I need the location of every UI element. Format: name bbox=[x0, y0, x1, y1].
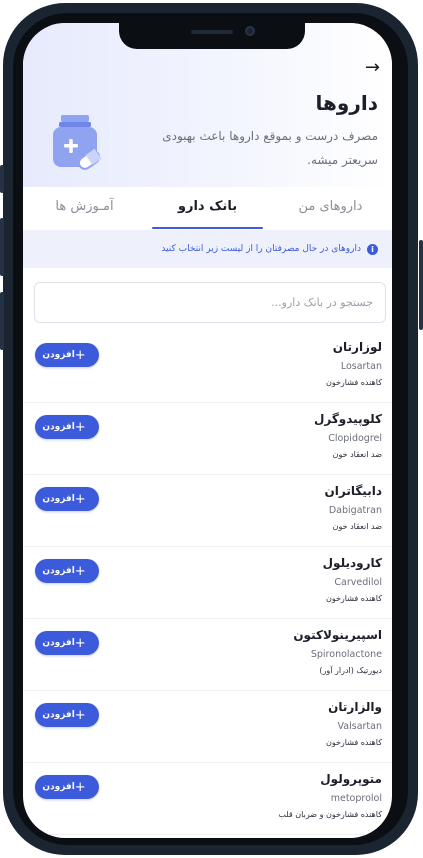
drug-row: والزارتان Valsartan کاهنده فشارخون + افزو… bbox=[23, 691, 392, 763]
drug-name: والزارتان bbox=[328, 700, 382, 714]
add-button[interactable]: + افزودن bbox=[35, 559, 99, 583]
drug-english-name: Carvedilol bbox=[334, 577, 382, 588]
drug-name: کارودیلول bbox=[322, 556, 382, 570]
drug-row: لوزارتان Losartan کاهنده فشارخون + افزودن bbox=[23, 331, 392, 403]
drug-category: ضد انعقاد خون bbox=[332, 522, 382, 531]
drug-english-name: Dabigatran bbox=[328, 505, 382, 516]
drug-english-name: Clopidogrel bbox=[328, 433, 382, 444]
drug-name: دابیگاتران bbox=[324, 484, 383, 498]
drug-name: کلوپیدوگرل bbox=[313, 412, 382, 426]
drug-row: متوپرولول metoprolol کاهنده فشارخون و ضر… bbox=[23, 763, 392, 835]
add-label: افزودن bbox=[42, 422, 75, 432]
power-button bbox=[419, 240, 423, 330]
tab-bar: داروهای من بانک دارو آمـوزش ها bbox=[23, 187, 392, 229]
add-label: افزودن bbox=[42, 350, 75, 360]
front-camera bbox=[245, 26, 255, 36]
volume-up-button bbox=[0, 218, 4, 276]
add-button[interactable]: + افزودن bbox=[35, 775, 99, 799]
add-label: افزودن bbox=[42, 494, 75, 504]
drug-english-name: Spironolactone bbox=[310, 649, 382, 660]
add-button[interactable]: + افزودن bbox=[35, 343, 99, 367]
plus-icon: + bbox=[74, 635, 86, 651]
mute-switch bbox=[0, 165, 4, 193]
search-box bbox=[34, 282, 386, 323]
notch bbox=[119, 23, 305, 49]
drug-category: کاهنده فشارخون bbox=[325, 378, 382, 387]
drug-category: کاهنده فشارخون و ضربان قلب bbox=[278, 810, 382, 819]
drug-english-name: Valsartan bbox=[337, 721, 382, 732]
drug-category: دیورتیک (ادرار آور) bbox=[319, 666, 382, 675]
add-button[interactable]: + افزودن bbox=[35, 631, 99, 655]
info-icon: i bbox=[367, 243, 378, 255]
info-banner: i داروهای در حال مصرفتان را از لیست زیر … bbox=[23, 230, 392, 268]
drug-english-name: Losartan bbox=[340, 361, 382, 372]
plus-icon: + bbox=[74, 491, 86, 507]
add-label: افزودن bbox=[42, 566, 75, 576]
drug-name: اسپیرینولاکتون bbox=[293, 628, 382, 642]
drug-category: کاهنده فشارخون bbox=[325, 738, 382, 747]
drug-category: ضد انعقاد خون bbox=[332, 450, 382, 459]
drug-name: لوزارتان bbox=[332, 340, 382, 354]
plus-icon: + bbox=[74, 779, 86, 795]
add-label: افزودن bbox=[42, 710, 75, 720]
volume-down-button bbox=[0, 292, 4, 350]
add-button[interactable]: + افزودن bbox=[35, 415, 99, 439]
add-label: افزودن bbox=[42, 782, 75, 792]
drug-name: متوپرولول bbox=[320, 772, 382, 786]
plus-icon: + bbox=[74, 563, 86, 579]
plus-icon: + bbox=[74, 347, 86, 363]
drug-list: لوزارتان Losartan کاهنده فشارخون + افزودن… bbox=[23, 331, 392, 835]
app-screen: → داروها مصرف درست و بموقع داروها باعث ب… bbox=[23, 23, 392, 838]
add-label: افزودن bbox=[42, 638, 75, 648]
tab-education[interactable]: آمـوزش ها bbox=[23, 187, 146, 229]
plus-icon: + bbox=[74, 419, 86, 435]
tab-my-drugs[interactable]: داروهای من bbox=[269, 187, 392, 229]
medicine-bottle-icon bbox=[53, 115, 102, 170]
page-subtitle: مصرف درست و بموقع داروها باعث بهبودی سری… bbox=[162, 129, 378, 167]
speaker bbox=[191, 30, 233, 34]
drug-row: کلوپیدوگرل Clopidogrel ضد انعقاد خون + اف… bbox=[23, 403, 392, 475]
drug-row: کارودیلول Carvedilol کاهنده فشارخون + افز… bbox=[23, 547, 392, 619]
tab-drug-bank[interactable]: بانک دارو bbox=[146, 187, 269, 229]
drug-category: کاهنده فشارخون bbox=[325, 594, 382, 603]
drug-row: اسپیرینولاکتون Spironolactone دیورتیک (ا… bbox=[23, 619, 392, 691]
search-input[interactable] bbox=[35, 283, 385, 322]
drug-english-name: metoprolol bbox=[330, 793, 382, 804]
drug-row: دابیگاتران Dabigatran ضد انعقاد خون + افز… bbox=[23, 475, 392, 547]
info-text: داروهای در حال مصرفتان را از لیست زیر ان… bbox=[161, 244, 361, 254]
page-title: داروها bbox=[315, 91, 378, 115]
back-arrow-icon[interactable]: → bbox=[365, 57, 380, 78]
add-button[interactable]: + افزودن bbox=[35, 487, 99, 511]
add-button[interactable]: + افزودن bbox=[35, 703, 99, 727]
plus-icon: + bbox=[74, 707, 86, 723]
